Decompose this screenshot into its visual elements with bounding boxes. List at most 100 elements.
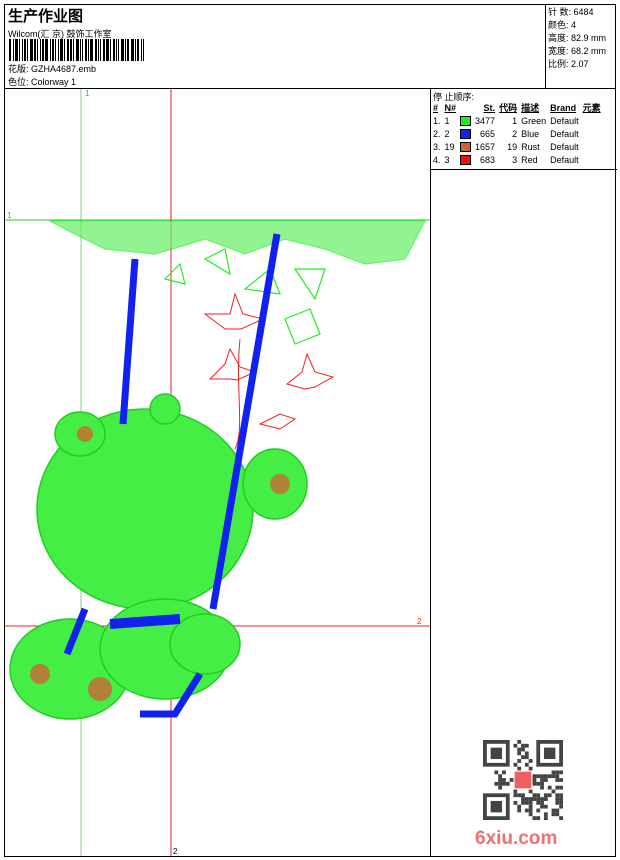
colorway: 色位: Colorway 1 — [8, 75, 76, 88]
color-count: 颜色: 4 — [548, 20, 577, 30]
barcode-bar — [60, 39, 63, 61]
needle-number: 19 — [444, 141, 455, 152]
barcode-bar — [90, 39, 93, 61]
needle-number: 2 — [444, 128, 450, 139]
design-file: 花版: GZHA4687.emb — [8, 62, 96, 75]
header: 生产作业图 Wilcom(汇 京) 鼓饰工作室 花版: GZHA4687.emb… — [4, 4, 616, 89]
color-swatch-cell — [459, 127, 474, 140]
barcode-bar — [76, 39, 79, 61]
color-swatch-cell — [459, 153, 474, 166]
color-swatch — [460, 154, 472, 165]
color-code: 2 — [512, 128, 518, 139]
color-swatch-cell — [459, 114, 474, 127]
barcode-bar — [88, 39, 89, 61]
table-header-row: # N# St. 代码 描述 Brand 元素 — [432, 101, 604, 114]
design-height: 高度: 82.9 mm — [548, 33, 607, 43]
stitch-count: 针 数: 6484 — [548, 7, 594, 17]
color-swatch — [460, 115, 472, 126]
design-value: GZHA4687.emb — [31, 64, 97, 74]
color-description: Rust — [521, 141, 540, 152]
watermark-logo: 6xiu.com — [475, 828, 558, 849]
stitch-count: 683 — [480, 154, 496, 165]
barcode-bar — [67, 39, 69, 61]
row-index: 2. — [433, 128, 441, 139]
color-description: Green — [521, 115, 547, 126]
barcode-bar — [100, 39, 101, 61]
thread-brand: Default — [550, 128, 579, 139]
barcode-bar — [110, 39, 111, 61]
embroidery-frog-body — [9, 393, 308, 720]
barcode-bar — [95, 39, 97, 61]
barcode-bar — [141, 39, 142, 61]
element-cell — [582, 114, 604, 127]
element-cell — [582, 153, 604, 166]
design-width: 宽度: 68.2 mm — [548, 46, 607, 56]
thread-brand: Default — [550, 115, 579, 126]
color-swatch — [460, 141, 472, 152]
colorway-label: 色位: — [8, 77, 29, 87]
color-swatch — [460, 128, 472, 139]
barcode-bar — [113, 39, 115, 61]
column-header: Brand — [550, 102, 577, 113]
color-swatch-cell — [459, 140, 474, 153]
barcode-bar — [131, 39, 134, 61]
info-panel: 针 数: 6484 颜色: 4 高度: 82.9 mm 宽度: 68.2 mm … — [545, 4, 617, 88]
needle-number: 3 — [444, 154, 450, 165]
barcode-bar — [82, 39, 83, 61]
design-canvas: 1 1 2 2 — [5, 89, 430, 856]
barcode-bar — [137, 39, 139, 61]
colorway-value: Colorway 1 — [31, 77, 77, 87]
row-index: 1. — [433, 115, 441, 126]
barcode-bar — [80, 39, 81, 61]
table-row: 1. 1 3477 1 Green Default — [432, 114, 604, 127]
barcode-bar — [30, 39, 33, 61]
needle-number: 1 — [444, 115, 450, 126]
row-index: 4. — [433, 154, 441, 165]
stitch-count: 1657 — [475, 141, 496, 152]
table-row: 2. 2 665 2 Blue Default — [432, 127, 604, 140]
barcode-bar — [40, 39, 41, 61]
barcode-bar — [50, 39, 51, 61]
green-guide-label-left: 1 — [7, 211, 12, 220]
barcode-bar — [103, 39, 105, 61]
barcode-bar — [45, 39, 48, 61]
color-description: Blue — [521, 128, 540, 139]
barcode-bar — [116, 39, 117, 61]
barcode-bar — [135, 39, 136, 61]
barcode-bar — [70, 39, 72, 61]
barcode-bar — [106, 39, 109, 61]
qr-code — [483, 740, 563, 820]
stop-sequence-table: # N# St. 代码 描述 Brand 元素 1. 1 3477 1 Green Default 2.… — [432, 101, 604, 166]
column-header: 元素 — [582, 103, 601, 113]
barcode-bar — [55, 39, 56, 61]
barcode-bar — [19, 39, 20, 61]
green-guide-label-top: 1 — [85, 89, 90, 98]
barcode — [9, 39, 145, 61]
design-label: 花版: — [8, 64, 29, 74]
barcode-bar — [37, 39, 38, 61]
barcode-bar — [27, 39, 28, 61]
barcode-bar — [58, 39, 59, 61]
barcode-bar — [121, 39, 124, 61]
stop-sequence-table-section: 停 止顺序: # N# St. 代码 描述 Brand 元素 1. 1 3477 1 Green De… — [431, 89, 617, 170]
stitch-count: 3477 — [475, 115, 496, 126]
barcode-bar — [73, 39, 74, 61]
stitch-count: 665 — [480, 128, 496, 139]
table-row: 3. 19 1657 19 Rust Default — [432, 140, 604, 153]
barcode-bar — [64, 39, 65, 61]
barcode-bar — [9, 39, 11, 61]
red-guide-label-right: 2 — [417, 617, 422, 626]
row-index: 3. — [433, 141, 441, 152]
barcode-bar — [98, 39, 99, 61]
design-scale: 比例: 2.07 — [548, 59, 589, 69]
red-guide-label-bottom: 2 — [173, 847, 178, 856]
embroidery-leaves — [49, 220, 426, 345]
barcode-bar — [13, 39, 14, 61]
column-header: 描述 — [521, 103, 540, 113]
barcode-bar — [143, 39, 144, 61]
color-code: 19 — [507, 141, 518, 152]
color-code: 3 — [512, 154, 518, 165]
thread-brand: Default — [550, 154, 579, 165]
column-header: St. — [483, 102, 496, 113]
barcode-bar — [15, 39, 18, 61]
